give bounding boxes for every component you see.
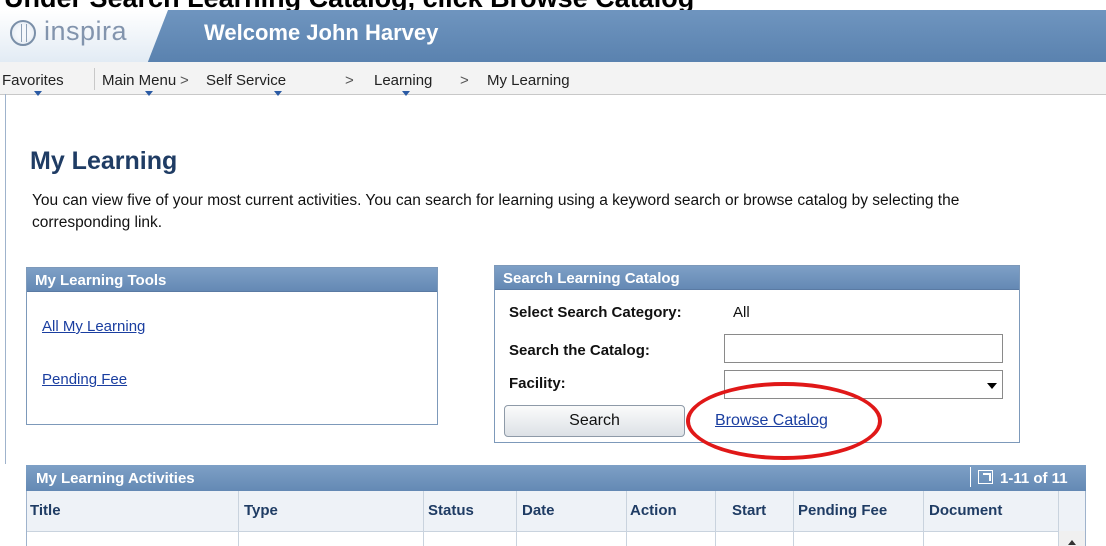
logo-text: inspira: [44, 16, 128, 46]
column-header-pending-fee[interactable]: Pending Fee: [798, 502, 887, 519]
nav-self-service[interactable]: Self Service: [206, 72, 286, 89]
activities-header: My Learning Activities: [36, 470, 195, 487]
nav-my-learning[interactable]: My Learning: [487, 72, 570, 89]
breadcrumb-separator: >: [460, 72, 469, 89]
activities-column-header-row: [27, 491, 1085, 532]
column-header-start[interactable]: Start: [732, 502, 766, 519]
favorites-dropdown-icon[interactable]: [34, 91, 42, 96]
nav-main-menu[interactable]: Main Menu: [102, 72, 176, 89]
search-catalog-input[interactable]: [724, 334, 1003, 363]
breadcrumb-separator: >: [180, 72, 189, 89]
header-divider: [970, 467, 971, 487]
welcome-message: Welcome John Harvey: [204, 20, 439, 45]
column-divider: [516, 491, 517, 546]
column-divider: [793, 491, 794, 546]
pending-fee-link[interactable]: Pending Fee: [42, 371, 127, 388]
scroll-up-icon[interactable]: [1068, 540, 1076, 545]
learning-tools-panel: My Learning Tools: [26, 267, 438, 425]
search-category-value: All: [733, 304, 750, 321]
nav-learning[interactable]: Learning: [374, 72, 432, 89]
search-category-label: Select Search Category:: [509, 304, 682, 321]
column-header-title[interactable]: Title: [30, 502, 61, 519]
page-title: My Learning: [30, 147, 178, 175]
search-button[interactable]: Search: [504, 405, 685, 437]
highlight-ring: [686, 382, 882, 460]
column-header-status[interactable]: Status: [428, 502, 474, 519]
chevron-down-icon[interactable]: [987, 383, 997, 389]
search-catalog-label: Search the Catalog:: [509, 342, 650, 359]
column-header-type[interactable]: Type: [244, 502, 278, 519]
column-header-action[interactable]: Action: [630, 502, 677, 519]
column-divider: [626, 491, 627, 546]
self-service-dropdown-icon[interactable]: [274, 91, 282, 96]
pagination-text: 1-11 of 11: [1000, 470, 1068, 487]
learning-dropdown-icon[interactable]: [402, 91, 410, 96]
breadcrumb-separator: >: [345, 72, 354, 89]
column-divider: [238, 491, 239, 546]
new-window-icon[interactable]: [978, 470, 993, 484]
column-header-document[interactable]: Document: [929, 502, 1002, 519]
header-banner: [0, 10, 1106, 62]
column-divider: [423, 491, 424, 546]
nav-favorites[interactable]: Favorites: [2, 72, 64, 89]
main-menu-dropdown-icon[interactable]: [145, 91, 153, 96]
un-emblem-icon: [10, 20, 36, 46]
facility-label: Facility:: [509, 375, 566, 392]
page-description: You can view five of your most current a…: [32, 192, 960, 231]
learning-tools-header: My Learning Tools: [27, 268, 437, 292]
search-catalog-header: Search Learning Catalog: [495, 266, 1019, 290]
column-divider: [923, 491, 924, 546]
nav-divider: [94, 68, 95, 90]
all-my-learning-link[interactable]: All My Learning: [42, 318, 145, 335]
content-left-border: [5, 94, 6, 464]
column-divider: [715, 491, 716, 546]
column-header-date[interactable]: Date: [522, 502, 555, 519]
